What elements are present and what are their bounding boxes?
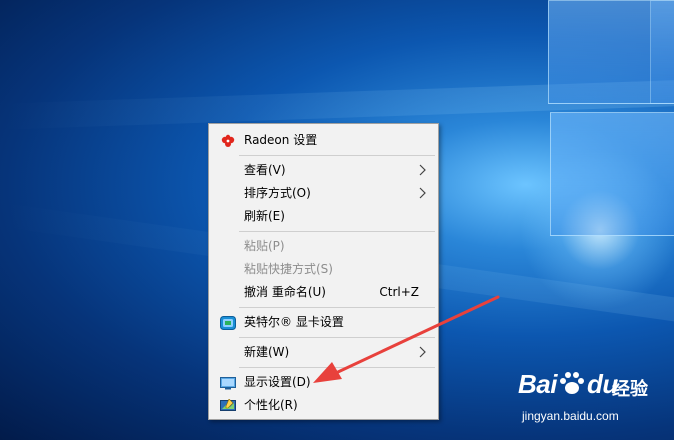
chevron-right-icon bbox=[417, 341, 427, 363]
menu-item-label: 显示设置(D) bbox=[244, 375, 311, 389]
menu-separator bbox=[239, 307, 435, 308]
menu-item-radeon-settings[interactable]: Radeon 设置 bbox=[209, 129, 438, 151]
menu-item-label: 个性化(R) bbox=[244, 398, 298, 412]
menu-item-label: Radeon 设置 bbox=[244, 133, 318, 147]
menu-item-label: 撤消 重命名(U) bbox=[244, 285, 326, 299]
menu-item-label: 粘贴快捷方式(S) bbox=[244, 262, 333, 276]
menu-item-label: 查看(V) bbox=[244, 163, 286, 177]
menu-item-label: 粘贴(P) bbox=[244, 239, 285, 253]
window-logo-pane bbox=[650, 0, 674, 104]
menu-item-label: 新建(W) bbox=[244, 345, 290, 359]
intel-graphics-icon bbox=[220, 315, 236, 330]
menu-item-undo-rename[interactable]: 撤消 重命名(U) Ctrl+Z bbox=[209, 281, 438, 303]
display-settings-icon bbox=[220, 375, 236, 390]
menu-item-label: 刷新(E) bbox=[244, 209, 285, 223]
menu-item-paste[interactable]: 粘贴(P) bbox=[209, 235, 438, 257]
baidu-watermark: Bai du 经验 jingyan.baidu.com bbox=[516, 365, 670, 437]
menu-item-shortcut: Ctrl+Z bbox=[379, 285, 419, 299]
menu-separator bbox=[239, 367, 435, 368]
window-logo-pane bbox=[550, 112, 674, 236]
menu-separator bbox=[239, 231, 435, 232]
menu-item-personalize[interactable]: 个性化(R) bbox=[209, 394, 438, 416]
desktop-context-menu: Radeon 设置 查看(V) 排序方式(O) 刷新(E) 粘贴(P) 粘贴快捷… bbox=[208, 123, 439, 420]
menu-item-label: 英特尔® 显卡设置 bbox=[244, 315, 344, 329]
paw-icon bbox=[559, 372, 584, 394]
radeon-icon bbox=[220, 133, 236, 147]
chevron-right-icon bbox=[417, 182, 427, 204]
menu-separator bbox=[239, 155, 435, 156]
menu-item-sort-by[interactable]: 排序方式(O) bbox=[209, 182, 438, 204]
watermark-brand: Bai du bbox=[518, 369, 618, 399]
watermark-url: jingyan.baidu.com bbox=[522, 409, 619, 423]
menu-item-new[interactable]: 新建(W) bbox=[209, 341, 438, 363]
menu-item-intel-graphics[interactable]: 英特尔® 显卡设置 bbox=[209, 311, 438, 333]
personalize-icon bbox=[220, 398, 236, 412]
menu-item-paste-shortcut[interactable]: 粘贴快捷方式(S) bbox=[209, 258, 438, 280]
menu-item-refresh[interactable]: 刷新(E) bbox=[209, 205, 438, 227]
watermark-cn: 经验 bbox=[612, 379, 648, 400]
menu-separator bbox=[239, 337, 435, 338]
menu-item-label: 排序方式(O) bbox=[244, 186, 311, 200]
menu-item-view[interactable]: 查看(V) bbox=[209, 159, 438, 181]
menu-item-display-settings[interactable]: 显示设置(D) bbox=[209, 371, 438, 393]
chevron-right-icon bbox=[417, 159, 427, 181]
